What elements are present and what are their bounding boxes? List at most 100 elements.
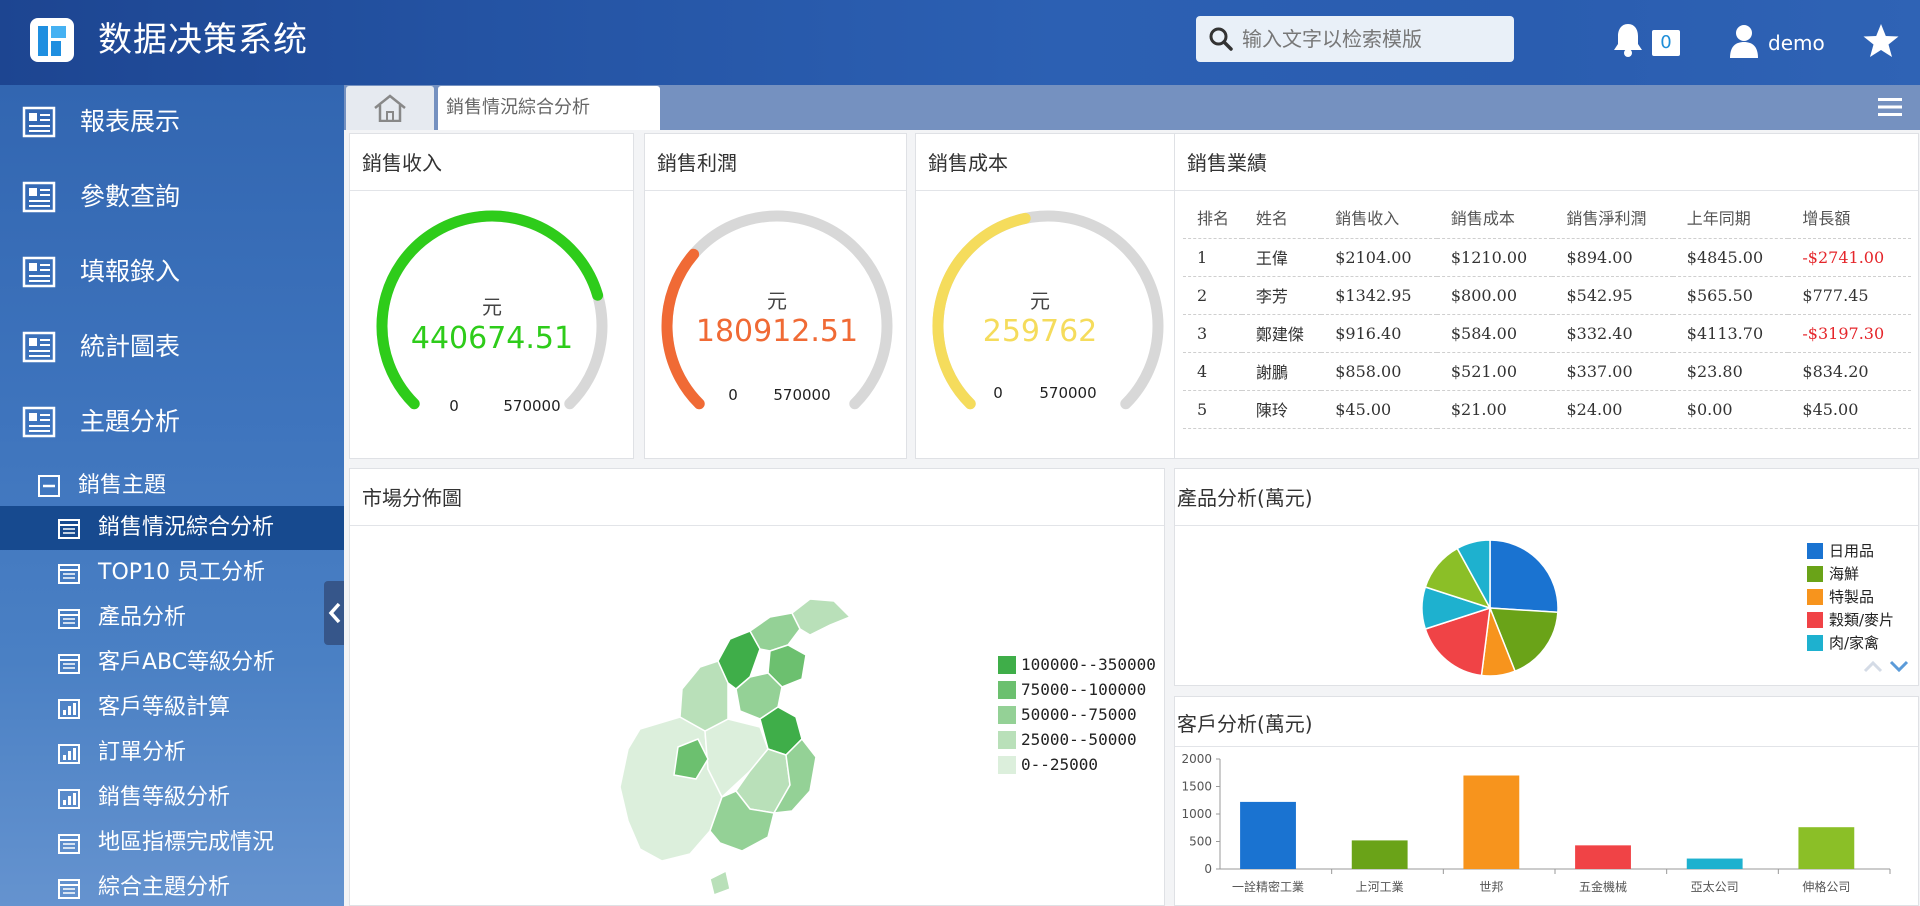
legend-swatch (1807, 635, 1823, 651)
sidebar-subitem-order-analysis[interactable]: 訂單分析 (0, 731, 344, 775)
legend-swatch (1807, 566, 1823, 582)
gauge-value: 440674.51 (411, 321, 573, 356)
top-header: 数据决策系统 0 demo (0, 0, 1920, 85)
column-header: 姓名 (1241, 196, 1322, 239)
report-icon (22, 256, 56, 288)
bar[interactable] (1575, 845, 1631, 869)
bar-chart-icon (58, 744, 80, 764)
sidebar-collapse-handle[interactable] (324, 581, 344, 645)
column-header: 銷售淨利潤 (1552, 196, 1673, 239)
sidebar-item-param-query[interactable]: 參數查詢 (0, 160, 344, 234)
sidebar-item-label: 統計圖表 (80, 332, 181, 361)
sidebar-subitem-integrated-topic[interactable]: 綜合主題分析 (0, 866, 344, 906)
notification-count-badge[interactable]: 0 (1652, 30, 1680, 56)
sidebar-item-label: 參數查詢 (80, 182, 181, 211)
search-input[interactable] (1242, 16, 1504, 62)
legend-swatch (998, 731, 1016, 749)
gauge-value: 180912.51 (696, 314, 858, 349)
sidebar-item-report-display[interactable]: 報表展示 (0, 85, 344, 159)
market-region-map (619, 599, 852, 896)
sidebar-subitem-label: TOP10 员工分析 (98, 560, 266, 585)
bar[interactable] (1351, 840, 1408, 869)
sidebar: 報表展示 參數查詢 填報錄入 統計圖表 主題分析 銷售主題 銷售情況綜合分析 T… (0, 85, 344, 906)
table-icon (58, 564, 80, 584)
sidebar-item-topic-analysis[interactable]: 主題分析 (0, 385, 344, 459)
sidebar-subitem-region-targets[interactable]: 地區指標完成情況 (0, 821, 344, 865)
map-legend: 100000--350000 75000--100000 50000--7500… (998, 655, 1158, 785)
legend-page-down-icon[interactable] (1889, 660, 1909, 673)
table-cell: $777.45 (1788, 276, 1911, 315)
bell-icon[interactable] (1612, 22, 1644, 58)
tab-sales-overview[interactable]: 銷售情況綜合分析 (438, 86, 660, 130)
gauge-max-label: 570000 (1039, 384, 1096, 402)
table-cell: $916.40 (1321, 314, 1437, 353)
table-cell: 4 (1183, 352, 1242, 391)
table-cell: $584.00 (1436, 314, 1553, 353)
legend-label: 75000--100000 (1021, 680, 1147, 699)
table-cell: $1210.00 (1436, 238, 1553, 277)
panel-title: 銷售收入 (362, 151, 442, 175)
template-search[interactable] (1196, 16, 1514, 62)
sales-performance-panel: 銷售業績 排名 姓名 銷售收入 銷售成本 銷售淨利潤 上年同期 增長額 1 王偉… (1174, 133, 1919, 459)
pie-slice[interactable] (1489, 539, 1559, 614)
sidebar-group-label: 銷售主題 (78, 473, 167, 498)
legend-swatch (998, 681, 1016, 699)
table-cell: -$2741.00 (1788, 238, 1911, 277)
y-tick-label: 1500 (1181, 780, 1212, 794)
table-header-row: 排名 姓名 銷售收入 銷售成本 銷售淨利潤 上年同期 增長額 (1183, 196, 1911, 239)
table-row: 1 王偉 $2104.00 $1210.00 $894.00 $4845.00 … (1183, 238, 1911, 277)
sidebar-subitem-label: 銷售情況綜合分析 (98, 515, 275, 540)
legend-page-up-icon[interactable] (1863, 660, 1883, 673)
product-pie-chart (1421, 539, 1559, 677)
gauge-chart: 元 440674.51 0 570000 (376, 210, 608, 415)
map-region (709, 869, 731, 896)
bar[interactable] (1798, 827, 1855, 869)
legend-label: 穀類/麥片 (1829, 611, 1895, 629)
table-cell: $337.00 (1552, 352, 1673, 391)
report-icon (22, 406, 56, 438)
bar[interactable] (1686, 858, 1743, 869)
table-cell: $4845.00 (1672, 238, 1789, 277)
bar[interactable] (1463, 775, 1520, 870)
table-cell: 1 (1183, 238, 1242, 277)
gauge-value: 259762 (983, 314, 1098, 349)
table-cell: $23.80 (1672, 352, 1789, 391)
sidebar-subitem-label: 銷售等級分析 (98, 785, 231, 810)
gauge-panel-sales-revenue: 銷售收入 元 440674.51 0 570000 (349, 133, 634, 459)
y-tick-label: 1000 (1181, 807, 1212, 821)
sidebar-item-form-entry[interactable]: 填報錄入 (0, 235, 344, 309)
tab-home[interactable] (346, 86, 434, 130)
x-tick-label: 五金機械 (1579, 879, 1627, 894)
legend-label: 0--25000 (1021, 755, 1099, 774)
username-label[interactable]: demo (1768, 30, 1825, 56)
sidebar-subitem-customer-abc[interactable]: 客戶ABC等級分析 (0, 641, 344, 685)
sidebar-subitem-product-analysis[interactable]: 產品分析 (0, 596, 344, 640)
sidebar-item-charts[interactable]: 統計圖表 (0, 310, 344, 384)
table-cell: $858.00 (1321, 352, 1437, 391)
y-tick-label: 0 (1204, 862, 1212, 876)
table-row: 3 鄭建傑 $916.40 $584.00 $332.40 $4113.70 -… (1183, 314, 1911, 353)
table-cell: $24.00 (1552, 390, 1673, 429)
legend-swatch (998, 756, 1016, 774)
column-header: 銷售收入 (1321, 196, 1437, 239)
user-icon[interactable] (1728, 24, 1760, 58)
gauge-unit: 元 (1030, 289, 1050, 313)
sidebar-group-sales-topic[interactable]: 銷售主題 (0, 465, 344, 507)
y-tick-label: 500 (1189, 835, 1212, 849)
report-icon (22, 331, 56, 363)
sidebar-subitem-label: 綜合主題分析 (98, 875, 231, 900)
sidebar-subitem-sales-overview[interactable]: 銷售情況綜合分析 (0, 506, 344, 550)
customer-analysis-panel: 客戶分析(萬元) 2000 1500 1000 500 0 一詮精密工業 上河工業 世邦 五金機… (1174, 696, 1919, 906)
panel-title: 銷售利潤 (657, 151, 737, 175)
pie-legend: 日用品 海鮮 特製品 穀類/麥片 肉/家禽 (1807, 541, 1917, 653)
table-cell: $894.00 (1552, 238, 1673, 277)
table-cell: $542.95 (1552, 276, 1673, 315)
bar[interactable] (1240, 801, 1296, 869)
sidebar-subitem-sales-grade[interactable]: 銷售等級分析 (0, 776, 344, 820)
gauge-max-label: 570000 (773, 386, 830, 404)
sidebar-subitem-top10-staff[interactable]: TOP10 员工分析 (0, 551, 344, 595)
sidebar-subitem-customer-grade[interactable]: 客戶等級計算 (0, 686, 344, 730)
star-icon[interactable] (1862, 22, 1900, 60)
table-cell: $0.00 (1672, 390, 1789, 429)
hamburger-menu-icon[interactable] (1876, 96, 1904, 118)
